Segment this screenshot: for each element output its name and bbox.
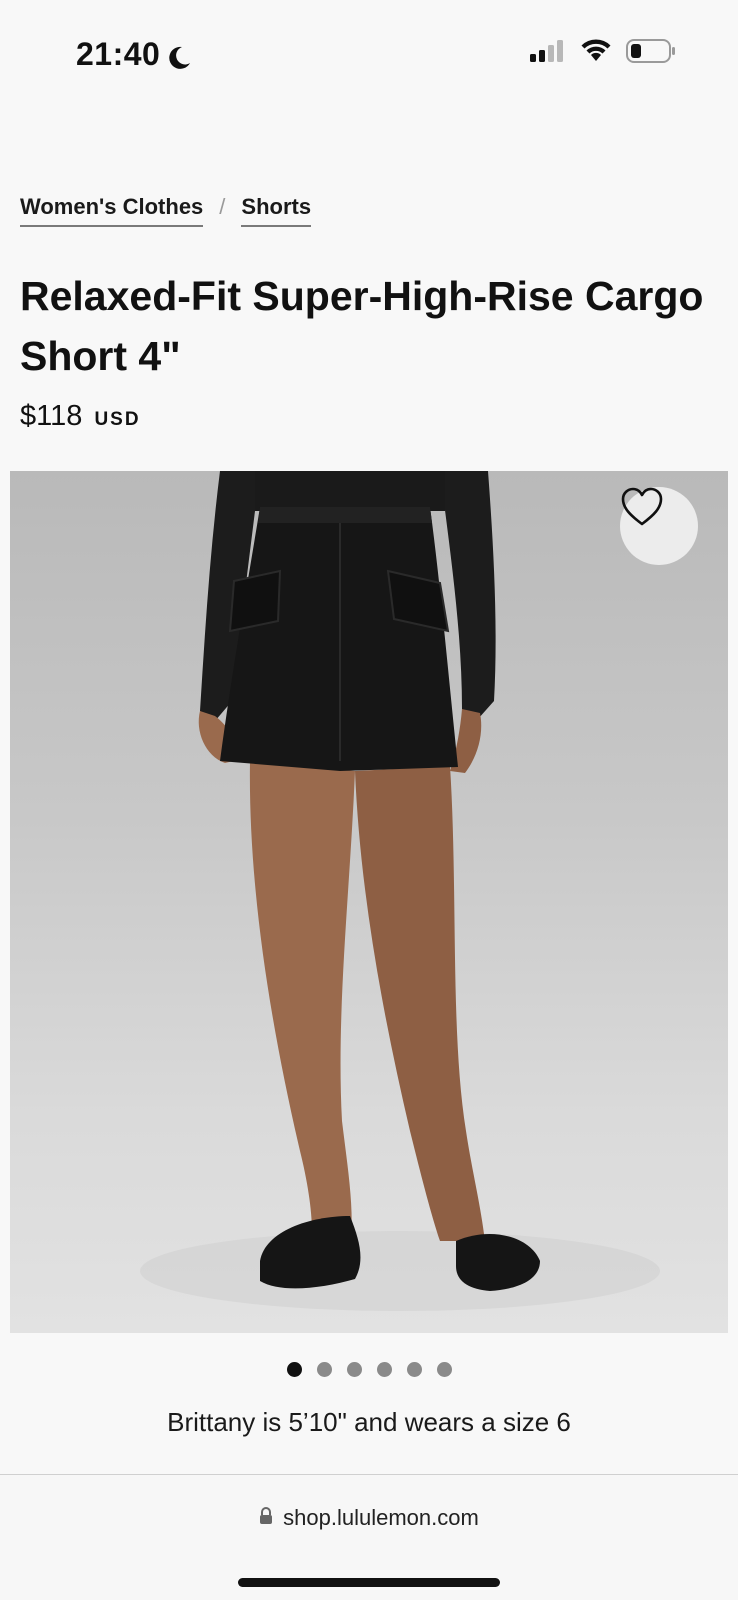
product-image[interactable] — [10, 471, 728, 1333]
carousel-dot-5[interactable] — [406, 1362, 422, 1377]
wifi-icon — [580, 39, 612, 68]
product-title: Relaxed-Fit Super-High-Rise Cargo Short … — [20, 273, 704, 379]
breadcrumb-womens-clothes[interactable]: Women's Clothes — [20, 194, 204, 227]
model-info: Brittany is 5’10" and wears a size 6 — [167, 1407, 571, 1437]
carousel-dot-3[interactable] — [346, 1362, 362, 1377]
battery-icon — [626, 38, 676, 69]
breadcrumb-shorts[interactable]: Shorts — [241, 194, 312, 227]
home-indicator[interactable] — [238, 1578, 500, 1587]
page: 21:40 Women's Clothes / Shorts Relaxed-F… — [0, 0, 738, 1600]
moon-icon — [166, 42, 192, 69]
product-price: $118 USD — [20, 400, 141, 433]
lock-icon — [259, 1505, 273, 1531]
signal-icon — [530, 39, 566, 68]
carousel-dot-6[interactable] — [436, 1362, 452, 1377]
url-bar[interactable]: shop.lululemon.com — [0, 1505, 738, 1531]
price-amount: $118 — [20, 400, 83, 432]
url-text: shop.lululemon.com — [283, 1505, 479, 1530]
price-currency: USD — [94, 409, 141, 430]
clock-time: 21:40 — [76, 36, 161, 72]
carousel-dot-4[interactable] — [376, 1362, 392, 1377]
carousel-dot-2[interactable] — [316, 1362, 332, 1377]
carousel-dots — [0, 1362, 738, 1377]
carousel-dot-1[interactable] — [286, 1362, 302, 1377]
wishlist-button[interactable] — [620, 487, 698, 565]
browser-bar: shop.lululemon.com — [0, 1474, 738, 1600]
product-photo — [140, 471, 660, 1311]
status-icons — [530, 38, 676, 69]
breadcrumb-separator: / — [219, 194, 226, 219]
status-time: 21:40 — [76, 36, 192, 73]
breadcrumb: Women's Clothes / Shorts — [20, 194, 312, 227]
status-bar: 21:40 — [0, 0, 738, 100]
